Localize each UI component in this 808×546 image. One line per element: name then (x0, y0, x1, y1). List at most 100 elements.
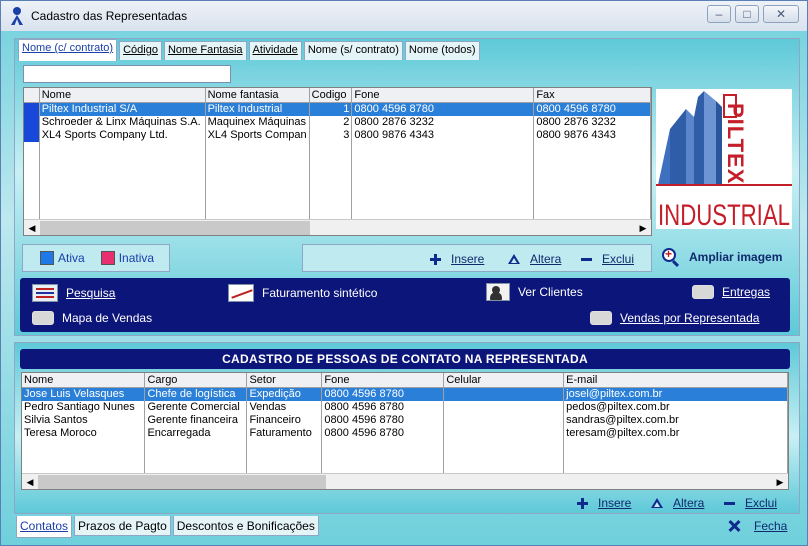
table-row[interactable]: Schroeder & Linx Máquinas S.A. Maquinex … (24, 115, 651, 129)
tab-prazos-de-pagto[interactable]: Prazos de Pagto (74, 516, 171, 536)
contact-altera-label: Altera (673, 496, 705, 510)
cell-fone: 0800 9876 4343 (351, 128, 535, 142)
cell-cargo: Gerente financeira (144, 413, 248, 427)
search-input[interactable] (23, 65, 231, 83)
cell-nome: Schroeder & Linx Máquinas S.A. (39, 115, 206, 129)
nav-mapa-de-vendas[interactable]: Mapa de Vendas (32, 311, 152, 325)
tab-nome-s-contrato[interactable]: Nome (s/ contrato) (303, 41, 403, 60)
inativa-swatch (100, 251, 115, 265)
contacts-hscroll[interactable]: ◀ ▶ (22, 473, 788, 489)
cell-fax: 0800 4596 8780 (533, 102, 651, 116)
cell-cargo: Gerente Comercial (144, 400, 248, 414)
cell-celular (443, 413, 565, 427)
contact-exclui-button[interactable]: Exclui (724, 496, 777, 510)
cell-fone: 0800 4596 8780 (321, 413, 445, 427)
ampliar-imagem-label: Ampliar imagem (689, 250, 783, 264)
contact-insere-label: Insere (598, 496, 632, 510)
tab-nome-todos-label: Nome (todos) (408, 44, 476, 56)
zoom-in-icon (662, 247, 680, 268)
nav-entregas-label: Entregas (722, 285, 771, 299)
table-empty-area (24, 141, 651, 222)
ampliar-imagem-button[interactable]: Ampliar imagem (662, 247, 783, 268)
cell-fone: 0800 4596 8780 (321, 426, 445, 440)
cell-fax: 0800 9876 4343 (533, 128, 651, 142)
cell-codigo: 3 (309, 128, 353, 142)
tab-descontos-bonificacoes[interactable]: Descontos e Bonificações (172, 516, 319, 536)
header-nome[interactable]: Nome (22, 373, 146, 388)
minus-icon (724, 501, 735, 505)
printer-icon (32, 311, 54, 325)
minimize-button[interactable]: – (707, 5, 731, 23)
header-fone[interactable]: Fone (351, 88, 535, 103)
companies-grid[interactable]: Nome Nome fantasia Codigo Fone Fax Pilte… (23, 87, 652, 236)
header-fax[interactable]: Fax (533, 88, 651, 103)
fecha-button[interactable]: Fecha (728, 519, 787, 533)
ativa-swatch (40, 251, 54, 265)
cell-fone: 0800 2876 3232 (351, 115, 535, 129)
nav-faturamento-label: Faturamento sintético (262, 286, 378, 300)
companies-table: Nome Nome fantasia Codigo Fone Fax Pilte… (24, 88, 651, 222)
cell-fone: 0800 4596 8780 (321, 387, 445, 401)
contact-insere-button[interactable]: Insere (577, 496, 631, 510)
table-row[interactable]: Piltex Industrial S/A Piltex Industrial … (24, 102, 651, 116)
header-nome[interactable]: Nome (39, 88, 206, 103)
clients-icon (486, 283, 510, 301)
close-window-button[interactable]: ✕ (763, 5, 799, 23)
tab-nome-todos[interactable]: Nome (todos) (404, 41, 480, 60)
insere-button[interactable]: Insere (430, 252, 484, 266)
tab-nome-fantasia[interactable]: Nome Fantasia (163, 41, 247, 60)
scroll-right-icon[interactable]: ▶ (635, 220, 651, 235)
header-fone[interactable]: Fone (321, 373, 445, 388)
tab-codigo-label: Código (123, 44, 158, 56)
table-row[interactable]: Pedro Santiago Nunes Gerente Comercial V… (22, 400, 788, 414)
scroll-right-icon[interactable]: ▶ (772, 474, 788, 489)
scroll-thumb[interactable] (38, 475, 326, 489)
app-person-icon (10, 7, 24, 25)
header-celular[interactable]: Celular (443, 373, 565, 388)
table-row[interactable]: Teresa Moroco Encarregada Faturamento 08… (22, 426, 788, 440)
header-cargo[interactable]: Cargo (144, 373, 248, 388)
tab-nome-c-contrato[interactable]: Nome (c/ contrato) (18, 39, 118, 61)
companies-hscroll[interactable]: ◀ ▶ (24, 219, 651, 235)
header-setor[interactable]: Setor (246, 373, 323, 388)
tab-codigo[interactable]: Código (119, 41, 162, 60)
tab-contatos[interactable]: Contatos (16, 516, 73, 538)
plus-icon (430, 253, 441, 265)
printer-icon (692, 285, 714, 299)
nav-ver-clientes-label: Ver Clientes (518, 285, 583, 299)
table-row[interactable]: XL4 Sports Company Ltd. XL4 Sports Compa… (24, 128, 651, 142)
table-row[interactable]: Silvia Santos Gerente financeira Finance… (22, 413, 788, 427)
company-logo: PILTEX INDUSTRIAL (656, 89, 792, 232)
nav-pesquisa[interactable]: Pesquisa (32, 284, 115, 302)
scroll-left-icon[interactable]: ◀ (24, 220, 40, 235)
navigation-bar: Pesquisa Faturamento sintético Ver Clien… (20, 278, 790, 332)
header-email[interactable]: E-mail (563, 373, 788, 388)
tab-atividade[interactable]: Atividade (248, 41, 302, 60)
nav-ver-clientes[interactable]: Ver Clientes (486, 283, 583, 301)
row-status-indicator (24, 128, 40, 142)
cell-nome: Pedro Santiago Nunes (22, 400, 146, 414)
legend-ativa[interactable]: Ativa (40, 251, 85, 265)
nav-faturamento[interactable]: Faturamento sintético (228, 284, 377, 302)
window-title: Cadastro das Representadas (31, 9, 188, 23)
scroll-left-icon[interactable]: ◀ (22, 474, 38, 489)
maximize-button[interactable]: □ (735, 5, 759, 23)
contacts-grid[interactable]: Nome Cargo Setor Fone Celular E-mail Jos… (21, 372, 789, 490)
contact-exclui-label: Exclui (745, 496, 778, 510)
header-nome-fantasia[interactable]: Nome fantasia (205, 88, 310, 103)
cell-setor: Vendas (246, 400, 323, 414)
companies-header-row: Nome Nome fantasia Codigo Fone Fax (24, 88, 651, 103)
nav-vendas-por-representada[interactable]: Vendas por Representada (590, 311, 759, 325)
scroll-thumb[interactable] (40, 221, 310, 235)
triangle-icon (651, 498, 663, 508)
cell-celular (443, 426, 565, 440)
header-codigo[interactable]: Codigo (309, 88, 353, 103)
contact-altera-button[interactable]: Altera (651, 496, 704, 510)
row-status-indicator (24, 102, 40, 116)
title-bar[interactable]: Cadastro das Representadas – □ ✕ (1, 1, 807, 31)
altera-button[interactable]: Altera (508, 252, 561, 266)
legend-inativa[interactable]: Inativa (100, 251, 154, 265)
nav-entregas[interactable]: Entregas (692, 285, 770, 299)
table-row[interactable]: Jose Luis Velasques Chefe de logística E… (22, 387, 788, 401)
exclui-button[interactable]: Exclui (581, 252, 634, 266)
